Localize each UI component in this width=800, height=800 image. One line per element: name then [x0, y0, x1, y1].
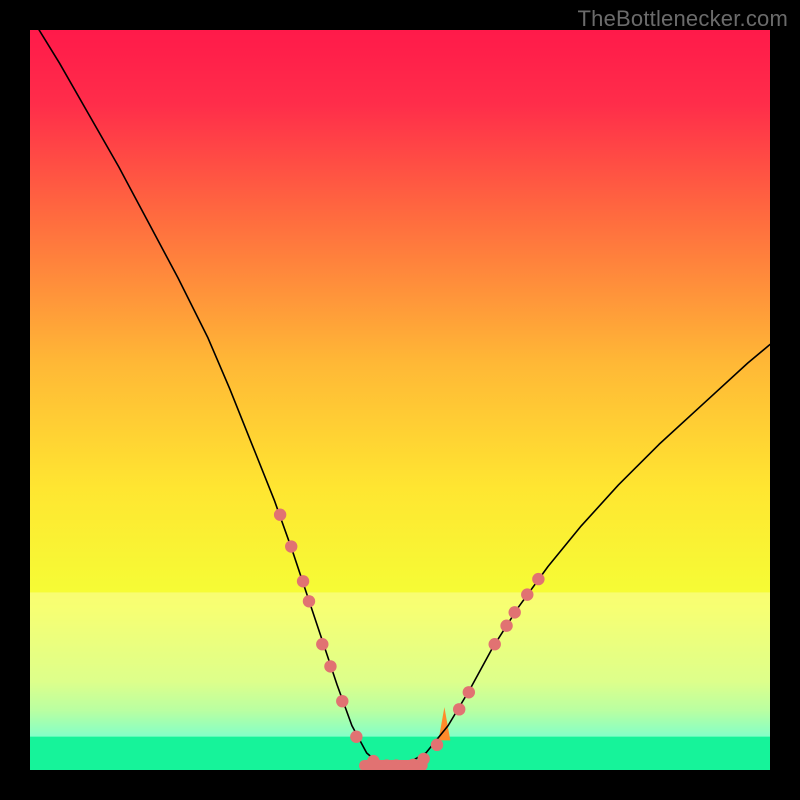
data-marker	[297, 575, 309, 587]
data-marker	[521, 588, 533, 600]
data-marker	[324, 660, 336, 672]
data-marker	[489, 638, 501, 650]
data-marker	[532, 573, 544, 585]
watermark-label: TheBottlenecker.com	[578, 6, 788, 32]
data-marker	[431, 739, 443, 751]
data-marker	[453, 703, 465, 715]
plot-area	[30, 30, 770, 770]
data-marker	[463, 686, 475, 698]
data-marker	[336, 695, 348, 707]
data-marker	[316, 638, 328, 650]
data-marker	[350, 731, 362, 743]
chart-frame: TheBottlenecker.com	[0, 0, 800, 800]
chart-svg	[30, 30, 770, 770]
data-marker	[500, 620, 512, 632]
data-marker	[417, 753, 429, 765]
data-marker	[274, 509, 286, 521]
data-marker	[285, 540, 297, 552]
data-marker	[509, 606, 521, 618]
data-marker	[303, 595, 315, 607]
highlight-band	[30, 592, 770, 736]
data-marker	[367, 755, 379, 767]
